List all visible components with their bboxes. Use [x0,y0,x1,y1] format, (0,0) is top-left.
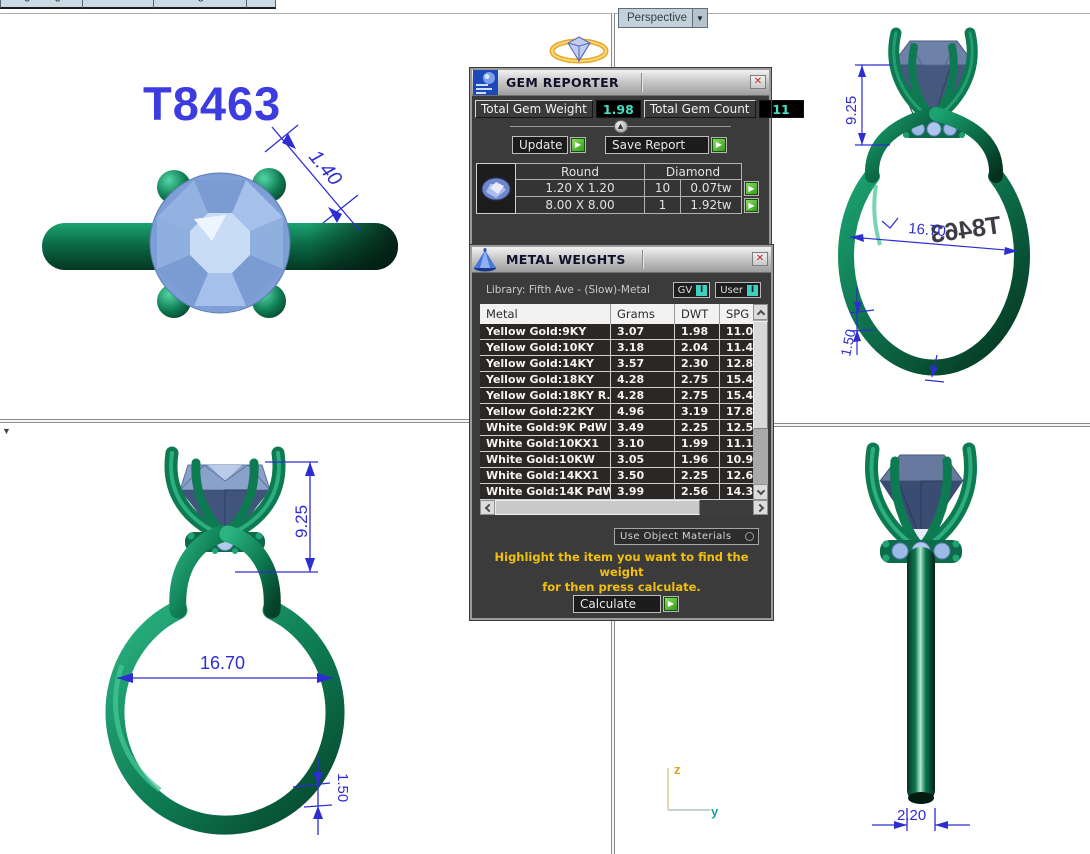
update-go-icon[interactable]: ▶ [570,137,586,153]
tab-extra[interactable]: ▾ [246,0,276,9]
radio-icon [745,532,754,541]
update-button[interactable]: Update [512,136,568,154]
calculate-go-icon[interactable]: ▶ [663,596,679,612]
gem-row-count: 1 [645,197,681,214]
model-number-label: T8463 [143,76,281,131]
svg-text:9.25: 9.25 [292,505,311,538]
gem-reporter-titlebar[interactable]: GEM REPORTER ✕ [472,70,769,96]
gem-row-go-icon[interactable]: ▶ [744,198,759,213]
metal-row[interactable]: White Gold:10KW3.051.9610.99 [480,452,753,468]
metal-row[interactable]: Yellow Gold:22KY4.963.1917.89 [480,404,753,420]
ring-perspective-view: T8463 9.25 16.70 1.50 [830,25,1045,410]
svg-text:16.70: 16.70 [200,653,245,673]
chevron-down-icon[interactable]: ▼ [692,9,707,27]
axis-z-label: z [674,762,681,777]
vertical-scroll-thumb[interactable] [753,321,768,429]
metal-row[interactable]: Yellow Gold:10KY3.182.0411.45 [480,340,753,356]
titlebar-separator [642,250,643,269]
metal-row[interactable]: White Gold:14KX13.502.2512.61 [480,468,753,484]
save-report-button[interactable]: Save Report [605,136,709,154]
tab-side-view[interactable]: Side View [82,0,155,9]
svg-text:2.20: 2.20 [897,807,926,824]
metal-row[interactable]: Yellow Gold:18KY R...4.282.7515.41 [480,388,753,404]
metal-row[interactable]: Yellow Gold:18KY4.282.7515.41 [480,372,753,388]
library-label: Library: Fifth Ave - (Slow)-Metal [486,284,668,296]
metal-weights-panel: METAL WEIGHTS ✕ Library: Fifth Ave - (Sl… [470,245,773,620]
ring-front-view: 9.25 16.70 1.50 [60,435,400,850]
tab-through-finger[interactable]: ough Finger [0,0,83,9]
collapse-toggle-icon[interactable]: ▲ [614,120,628,133]
scroll-left-icon[interactable] [480,500,495,515]
tab-looking-down[interactable]: Looking Down [153,0,247,9]
titlebar-separator [641,73,642,92]
viewport-menu-arrow-icon[interactable]: ▼ [2,426,11,436]
metal-weights-titlebar[interactable]: METAL WEIGHTS ✕ [472,247,771,273]
metal-row[interactable]: Yellow Gold:14KY3.572.3012.88 [480,356,753,372]
svg-text:1.50: 1.50 [837,327,858,357]
total-gem-count-label: Total Gem Count [644,100,756,118]
metal-row[interactable]: White Gold:14K PdW3.992.5614.37 [480,484,753,500]
vertical-scrollbar[interactable] [753,304,768,500]
calculate-button[interactable]: Calculate [573,595,661,613]
gem-thumbnail [476,163,516,214]
ring-side-view: 2.20 [850,435,1000,840]
total-gem-weight-label: Total Gem Weight [475,100,593,118]
application-window: ough Finger Side View Looking Down ▾ ▼ P… [0,0,1090,854]
viewport-selector-dropdown[interactable]: Perspective ▼ [618,8,708,28]
gem-shape-header: Round [516,163,645,180]
gem-row-count: 10 [645,180,681,197]
gem-row-go-icon[interactable]: ▶ [744,181,759,196]
viewport-selector-label: Perspective [619,12,692,24]
metal-row[interactable]: White Gold:10KX13.101.9911.18 [480,436,753,452]
svg-text:9.25: 9.25 [843,96,860,125]
axis-indicator: z y [648,758,720,820]
user-indicator: I [747,285,758,296]
gem-reporter-close-icon[interactable]: ✕ [750,75,766,89]
save-report-go-icon[interactable]: ▶ [711,137,727,153]
user-toggle-button[interactable]: User I [715,282,761,298]
gem-type-header: Diamond [645,163,742,180]
gem-reporter-title: GEM REPORTER [506,75,619,90]
horizontal-scroll-thumb[interactable] [495,500,700,515]
metal-weights-icon [473,247,498,272]
gem-reporter-icon [473,70,498,95]
metal-row[interactable]: Yellow Gold:9KY3.071.9811.08 [480,324,753,340]
metal-weights-table: Metal Grams DWT SPG Yellow Gold:9KY3.071… [480,304,768,515]
total-gem-weight-value: 1.98 [596,100,641,118]
gem-row-size: 1.20 X 1.20 [516,180,645,197]
gem-summary-table: Round Diamond 1.20 X 1.20 10 0.07tw ▶ 8.… [476,163,769,214]
gem-row-size: 8.00 X 8.00 [516,197,645,214]
gem-row-weight: 1.92tw [681,197,742,214]
svg-text:1.50: 1.50 [334,773,351,802]
metal-table-header: Metal Grams DWT SPG [480,304,753,324]
total-gem-count-value: 11 [759,100,804,118]
metal-row[interactable]: White Gold:9K PdW3.492.2512.59 [480,420,753,436]
gv-indicator: I [696,285,707,296]
scroll-up-icon[interactable] [753,304,768,320]
svg-text:1.40: 1.40 [304,146,346,190]
use-object-materials-dropdown[interactable]: Use Object Materials [614,528,759,545]
ring-tool-icon [547,34,611,64]
metal-weights-close-icon[interactable]: ✕ [752,252,768,266]
gv-toggle-button[interactable]: GV I [673,282,711,298]
scroll-down-icon[interactable] [753,484,768,500]
metal-weights-title: METAL WEIGHTS [506,252,626,267]
viewport-tab-strip: ough Finger Side View Looking Down ▾ [0,0,600,9]
axis-y-label: y [711,804,719,819]
gem-reporter-panel: GEM REPORTER ✕ Total Gem Weight 1.98 Tot… [470,68,771,246]
scroll-right-icon[interactable] [753,500,768,515]
gem-row-weight: 0.07tw [681,180,742,197]
svg-text:16.70: 16.70 [908,220,947,240]
instruction-text: Highlight the item you want to find the … [472,550,771,595]
horizontal-scrollbar[interactable] [480,500,768,515]
